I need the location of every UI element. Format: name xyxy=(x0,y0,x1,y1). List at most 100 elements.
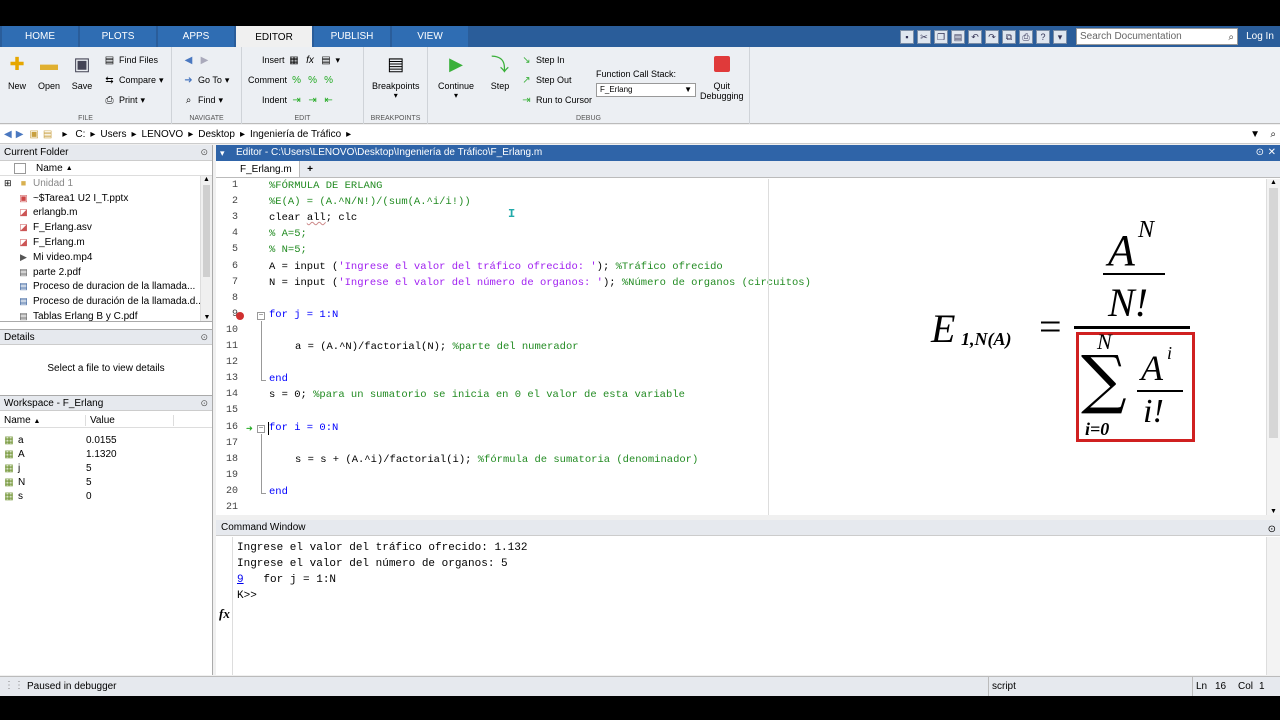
panel-actions-icon[interactable]: ⊙ xyxy=(200,396,208,411)
quick-access-dropdown-icon[interactable]: ▾ xyxy=(1053,30,1067,44)
run-to-cursor-button[interactable]: ⇥ Run to Cursor xyxy=(520,92,592,108)
table-row[interactable]: ▦ A 1.1320 xyxy=(0,447,212,461)
call-stack-select[interactable]: F_Erlang ▼ xyxy=(596,83,696,97)
file-name: F_Erlang.m xyxy=(33,237,85,249)
find-files-button[interactable]: ▤ Find Files xyxy=(103,52,158,68)
new-button[interactable]: ✚ New xyxy=(6,53,28,92)
list-item[interactable]: ▶ Mi video.mp4 xyxy=(0,250,212,265)
breakpoints-button[interactable]: ▤ Breakpoints ▾ xyxy=(372,53,420,101)
help-icon[interactable]: ? xyxy=(1036,30,1050,44)
command-scrollbar[interactable] xyxy=(1266,537,1280,675)
list-item[interactable]: ▤ parte 2.pdf xyxy=(0,265,212,280)
login-button[interactable]: Log In xyxy=(1240,28,1280,45)
list-item[interactable]: ◪ erlangb.m xyxy=(0,206,212,221)
open-button[interactable]: ▬ Open xyxy=(38,53,60,92)
command-prompt[interactable]: K>> xyxy=(237,588,527,604)
goto-arrow-icon: ➜ xyxy=(184,74,193,86)
status-text: Paused in debugger xyxy=(27,681,117,692)
go-to-button[interactable]: ➜ Go To ▾ xyxy=(182,72,229,88)
step-in-button[interactable]: ↘ Step In xyxy=(520,52,564,68)
scroll-thumb[interactable] xyxy=(1269,188,1278,438)
panel-actions-icon[interactable]: ⊙ xyxy=(200,330,208,345)
path-lenovo[interactable]: LENOVO xyxy=(142,129,184,140)
insert-button[interactable]: Insert ▦ fx ▤ ▾ xyxy=(262,52,340,68)
print-icon[interactable]: ⎙ xyxy=(1019,30,1033,44)
line-link[interactable]: 9 xyxy=(237,574,244,586)
tab-plots[interactable]: PLOTS xyxy=(80,26,156,47)
up-folder-icon[interactable]: ▣ xyxy=(29,129,38,140)
table-row[interactable]: ▦ a 0.0155 xyxy=(0,433,212,447)
paste-icon[interactable]: ▤ xyxy=(951,30,965,44)
save-button[interactable]: ▣ Save xyxy=(71,53,93,92)
list-item[interactable]: ⊞ ■ Unidad 1 xyxy=(0,176,212,191)
table-row[interactable]: ▦ N 5 xyxy=(0,475,212,489)
close-icon[interactable]: ✕ xyxy=(1268,145,1276,161)
undo-icon[interactable]: ↶ xyxy=(968,30,982,44)
new-tab-button[interactable]: + xyxy=(300,161,320,177)
scroll-up-icon[interactable]: ▲ xyxy=(201,176,212,183)
list-item[interactable]: ◪ F_Erlang.m xyxy=(0,235,212,250)
list-item[interactable]: ▣ ~$Tarea1 U2 I_T.pptx xyxy=(0,191,212,206)
workspace-value-header[interactable]: Value xyxy=(86,414,174,426)
tab-f-erlang[interactable]: F_Erlang.m xyxy=(216,161,300,177)
fx-icon[interactable]: fx xyxy=(219,606,230,622)
breakpoint-icon[interactable] xyxy=(236,311,244,320)
continue-button[interactable]: ▶ Continue ▾ xyxy=(438,53,474,101)
panel-actions-icon[interactable]: ⊙ xyxy=(200,145,208,160)
indent-button[interactable]: Indent ⇥ ⇥ ⇤ xyxy=(262,92,335,108)
code-fold-icon[interactable]: − xyxy=(257,424,265,433)
path-users[interactable]: Users xyxy=(100,129,126,140)
find-files-icon: ▤ xyxy=(104,54,115,66)
compare-button[interactable]: ⇆ Compare ▾ xyxy=(103,72,163,88)
name-column-header[interactable]: Name xyxy=(36,163,63,174)
expand-icon[interactable]: ⊞ xyxy=(4,178,14,189)
file-list-scrollbar[interactable]: ▲ ▼ xyxy=(200,176,212,321)
tab-publish[interactable]: PUBLISH xyxy=(314,26,390,47)
command-window[interactable]: Command Window ⊙ fx Ingrese el valor del… xyxy=(216,520,1280,675)
find-button[interactable]: ⌕ Find ▾ xyxy=(182,92,223,108)
search-folder-icon[interactable]: ⌕ xyxy=(1270,129,1276,140)
switch-windows-icon[interactable]: ⧉ xyxy=(1002,30,1016,44)
copy-icon[interactable]: ❐ xyxy=(934,30,948,44)
list-item[interactable]: ◪ F_Erlang.asv xyxy=(0,220,212,235)
search-documentation-input[interactable]: Search Documentation ⌕ xyxy=(1076,28,1238,45)
workspace-name-header[interactable]: Name ▲ xyxy=(0,414,86,426)
quit-debugging-button[interactable]: Quit Debugging xyxy=(700,53,744,101)
save-icon[interactable]: ▪ xyxy=(900,30,914,44)
list-item[interactable]: ▤ Proceso de duración de la llamada.d... xyxy=(0,294,212,309)
list-item[interactable]: ▤ Tablas Erlang B y C.pdf xyxy=(0,309,212,321)
list-item[interactable]: ▤ Proceso de duracion de la llamada... xyxy=(0,280,212,295)
back-icon[interactable]: ◀ xyxy=(4,129,12,140)
print-button[interactable]: ⎙ Print ▾ xyxy=(103,92,146,108)
editor-actions-icon[interactable]: ⊙ xyxy=(1256,145,1264,161)
editor-collapse-icon[interactable]: ▾ xyxy=(220,145,225,161)
table-row[interactable]: ▦ s 0 xyxy=(0,489,212,503)
browse-folder-icon[interactable]: ▤ xyxy=(43,129,52,140)
scroll-thumb[interactable] xyxy=(203,185,210,277)
step-button[interactable]: ⤵ Step xyxy=(489,53,511,91)
path-desktop[interactable]: Desktop xyxy=(198,129,235,140)
scroll-down-icon[interactable]: ▼ xyxy=(1267,508,1280,515)
step-out-button[interactable]: ↗ Step Out xyxy=(520,72,571,88)
command-output: Ingrese el valor del tráfico ofrecido: 1… xyxy=(237,540,527,604)
path-folder[interactable]: Ingeniería de Tráfico xyxy=(250,129,341,140)
path-drive[interactable]: C: xyxy=(75,129,85,140)
search-icon[interactable]: ⌕ xyxy=(1228,30,1234,45)
scroll-down-icon[interactable]: ▼ xyxy=(201,314,212,321)
table-row[interactable]: ▦ j 5 xyxy=(0,461,212,475)
tab-apps[interactable]: APPS xyxy=(158,26,234,47)
comment-button[interactable]: Comment%%% xyxy=(248,72,335,88)
tab-home[interactable]: HOME xyxy=(2,26,78,47)
redo-icon[interactable]: ↷ xyxy=(985,30,999,44)
editor-scrollbar[interactable]: ▲ ▼ xyxy=(1266,179,1280,515)
code-fold-icon[interactable]: − xyxy=(257,311,265,320)
tab-view[interactable]: VIEW xyxy=(392,26,468,47)
panel-actions-icon[interactable]: ⊙ xyxy=(1268,522,1276,537)
nav-back-forward[interactable]: ◀ ▶ xyxy=(182,52,211,68)
forward-icon[interactable]: ▶ xyxy=(16,129,24,140)
current-folder-title: Current Folder xyxy=(4,147,69,158)
tab-editor[interactable]: EDITOR xyxy=(236,26,312,48)
cut-icon[interactable]: ✂ xyxy=(917,30,931,44)
scroll-up-icon[interactable]: ▲ xyxy=(1267,179,1280,186)
address-dropdown-icon[interactable]: ▼ xyxy=(1250,129,1260,140)
